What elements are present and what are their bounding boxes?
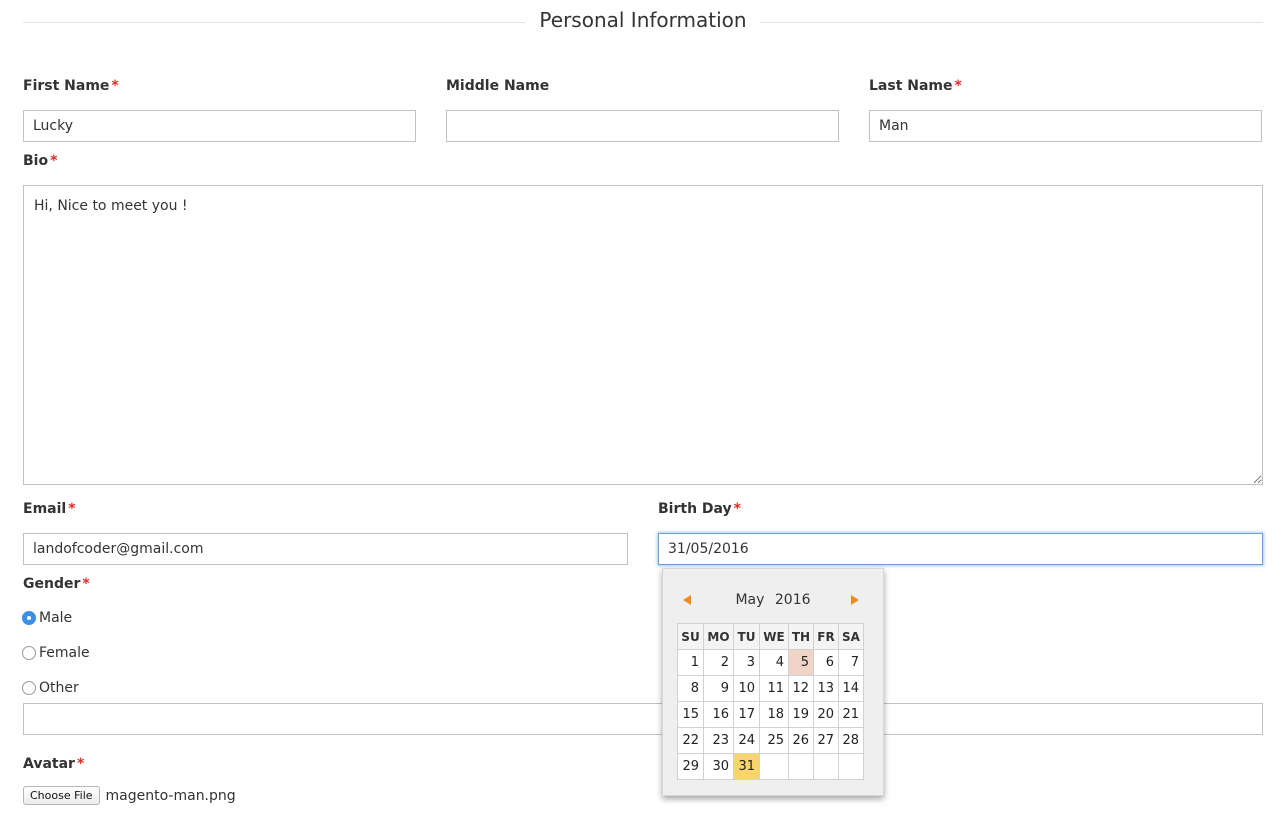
middle-name-label: Middle Name [446,78,549,94]
calendar-day[interactable]: 17 [733,701,760,728]
calendar-day[interactable]: 2 [703,649,734,676]
calendar-day[interactable]: 27 [813,727,839,754]
email-label-text: Email [23,501,67,517]
email-input[interactable] [23,533,628,565]
calendar-day[interactable]: 24 [733,727,760,754]
gender-option-other[interactable]: Other [22,678,79,698]
required-marker: * [954,78,962,94]
calendar-day[interactable]: 12 [788,675,814,702]
avatar-label: Avatar * [23,756,84,772]
calendar-day[interactable]: 21 [838,701,864,728]
weekday-header: FR [813,623,839,650]
calendar-day[interactable]: 8 [677,675,704,702]
datepicker-year: 2016 [774,592,811,608]
weekday-header: SU [677,623,704,650]
middle-name-input[interactable] [446,110,839,142]
calendar-day[interactable]: 23 [703,727,734,754]
next-month-icon[interactable] [851,595,859,605]
middle-name-label-text: Middle Name [446,78,550,94]
gender-option-female[interactable]: Female [22,643,90,663]
required-marker: * [50,153,58,169]
gender-option-label: Other [39,680,79,696]
required-marker: * [82,576,90,592]
radio-female[interactable] [22,646,36,660]
calendar-day[interactable]: 31 [733,753,760,780]
calendar-day[interactable]: 4 [759,649,789,676]
weekday-header: TU [733,623,760,650]
calendar-day[interactable]: 19 [788,701,814,728]
calendar-empty-cell [759,753,789,780]
calendar-day[interactable]: 7 [838,649,864,676]
calendar-day[interactable]: 30 [703,753,734,780]
birthday-input[interactable] [658,533,1263,565]
bio-textarea[interactable]: Hi, Nice to meet you ! [23,185,1263,485]
calendar-week-row: 8 9 10 11 12 13 14 [677,675,864,702]
datepicker-popup: May 2016 SU MO TU WE TH FR SA 1234567891… [662,568,884,796]
calendar-empty-cell [813,753,839,780]
section-title: Personal Information [525,8,761,32]
last-name-label: Last Name * [869,78,962,94]
weekday-header: SA [838,623,864,650]
calendar-day[interactable]: 9 [703,675,734,702]
calendar-day[interactable]: 3 [733,649,760,676]
weekday-header: TH [788,623,814,650]
radio-other[interactable] [22,681,36,695]
choose-file-button[interactable]: Choose File [23,786,100,805]
gender-other-input[interactable] [23,703,1263,735]
calendar-day[interactable]: 11 [759,675,789,702]
calendar-empty-cell [788,753,814,780]
calendar-day[interactable]: 28 [838,727,864,754]
weekday-header: WE [759,623,789,650]
bio-label: Bio * [23,153,57,169]
calendar-day[interactable]: 6 [813,649,839,676]
weekday-header-row: SU MO TU WE TH FR SA [677,623,864,650]
calendar-day[interactable]: 18 [759,701,789,728]
calendar-week-row: 1234567 [677,649,864,676]
calendar-day[interactable]: 15 [677,701,704,728]
calendar-week-row: 15 16 17 18 19 20 21 [677,701,864,728]
birthday-label: Birth Day * [658,501,741,517]
radio-male[interactable] [22,611,36,625]
datepicker-month: May [735,592,765,608]
calendar-day[interactable]: 25 [759,727,789,754]
last-name-label-text: Last Name [869,78,953,94]
datepicker-title: May 2016 [663,592,883,608]
required-marker: * [68,501,76,517]
first-name-label: First Name * [23,78,119,94]
section-header: Personal Information [23,6,1263,38]
first-name-input[interactable] [23,110,416,142]
avatar-label-text: Avatar [23,756,75,772]
calendar-empty-cell [838,753,864,780]
avatar-file-picker: Choose File magento-man.png [23,786,236,805]
gender-option-label: Female [39,645,90,661]
calendar-week-row: 29 30 31 [677,753,864,780]
required-marker: * [733,501,741,517]
gender-option-male[interactable]: Male [22,608,72,628]
calendar-day[interactable]: 14 [838,675,864,702]
calendar-day[interactable]: 10 [733,675,760,702]
gender-label-text: Gender [23,576,81,592]
calendar-day[interactable]: 16 [703,701,734,728]
birthday-label-text: Birth Day [658,501,732,517]
calendar-day[interactable]: 20 [813,701,839,728]
file-name: magento-man.png [105,787,236,804]
calendar-day[interactable]: 29 [677,753,704,780]
calendar-day[interactable]: 26 [788,727,814,754]
first-name-label-text: First Name [23,78,110,94]
weekday-header: MO [703,623,734,650]
bio-label-text: Bio [23,153,49,169]
last-name-input[interactable] [869,110,1262,142]
datepicker-header: May 2016 [663,583,883,619]
calendar-day[interactable]: 13 [813,675,839,702]
required-marker: * [76,756,85,772]
calendar-day[interactable]: 5 [788,649,814,676]
email-label: Email * [23,501,76,517]
calendar-day[interactable]: 1 [677,649,704,676]
gender-label: Gender * [23,576,90,592]
gender-option-label: Male [39,610,73,626]
calendar-grid: SU MO TU WE TH FR SA 1 2 3 4 5 6 7 8 9 10 11 12 13 14… [677,623,864,780]
required-marker: * [111,78,119,94]
calendar-week-row: 22 23 24 25 26 27 28 [677,727,864,754]
calendar-day[interactable]: 22 [677,727,704,754]
